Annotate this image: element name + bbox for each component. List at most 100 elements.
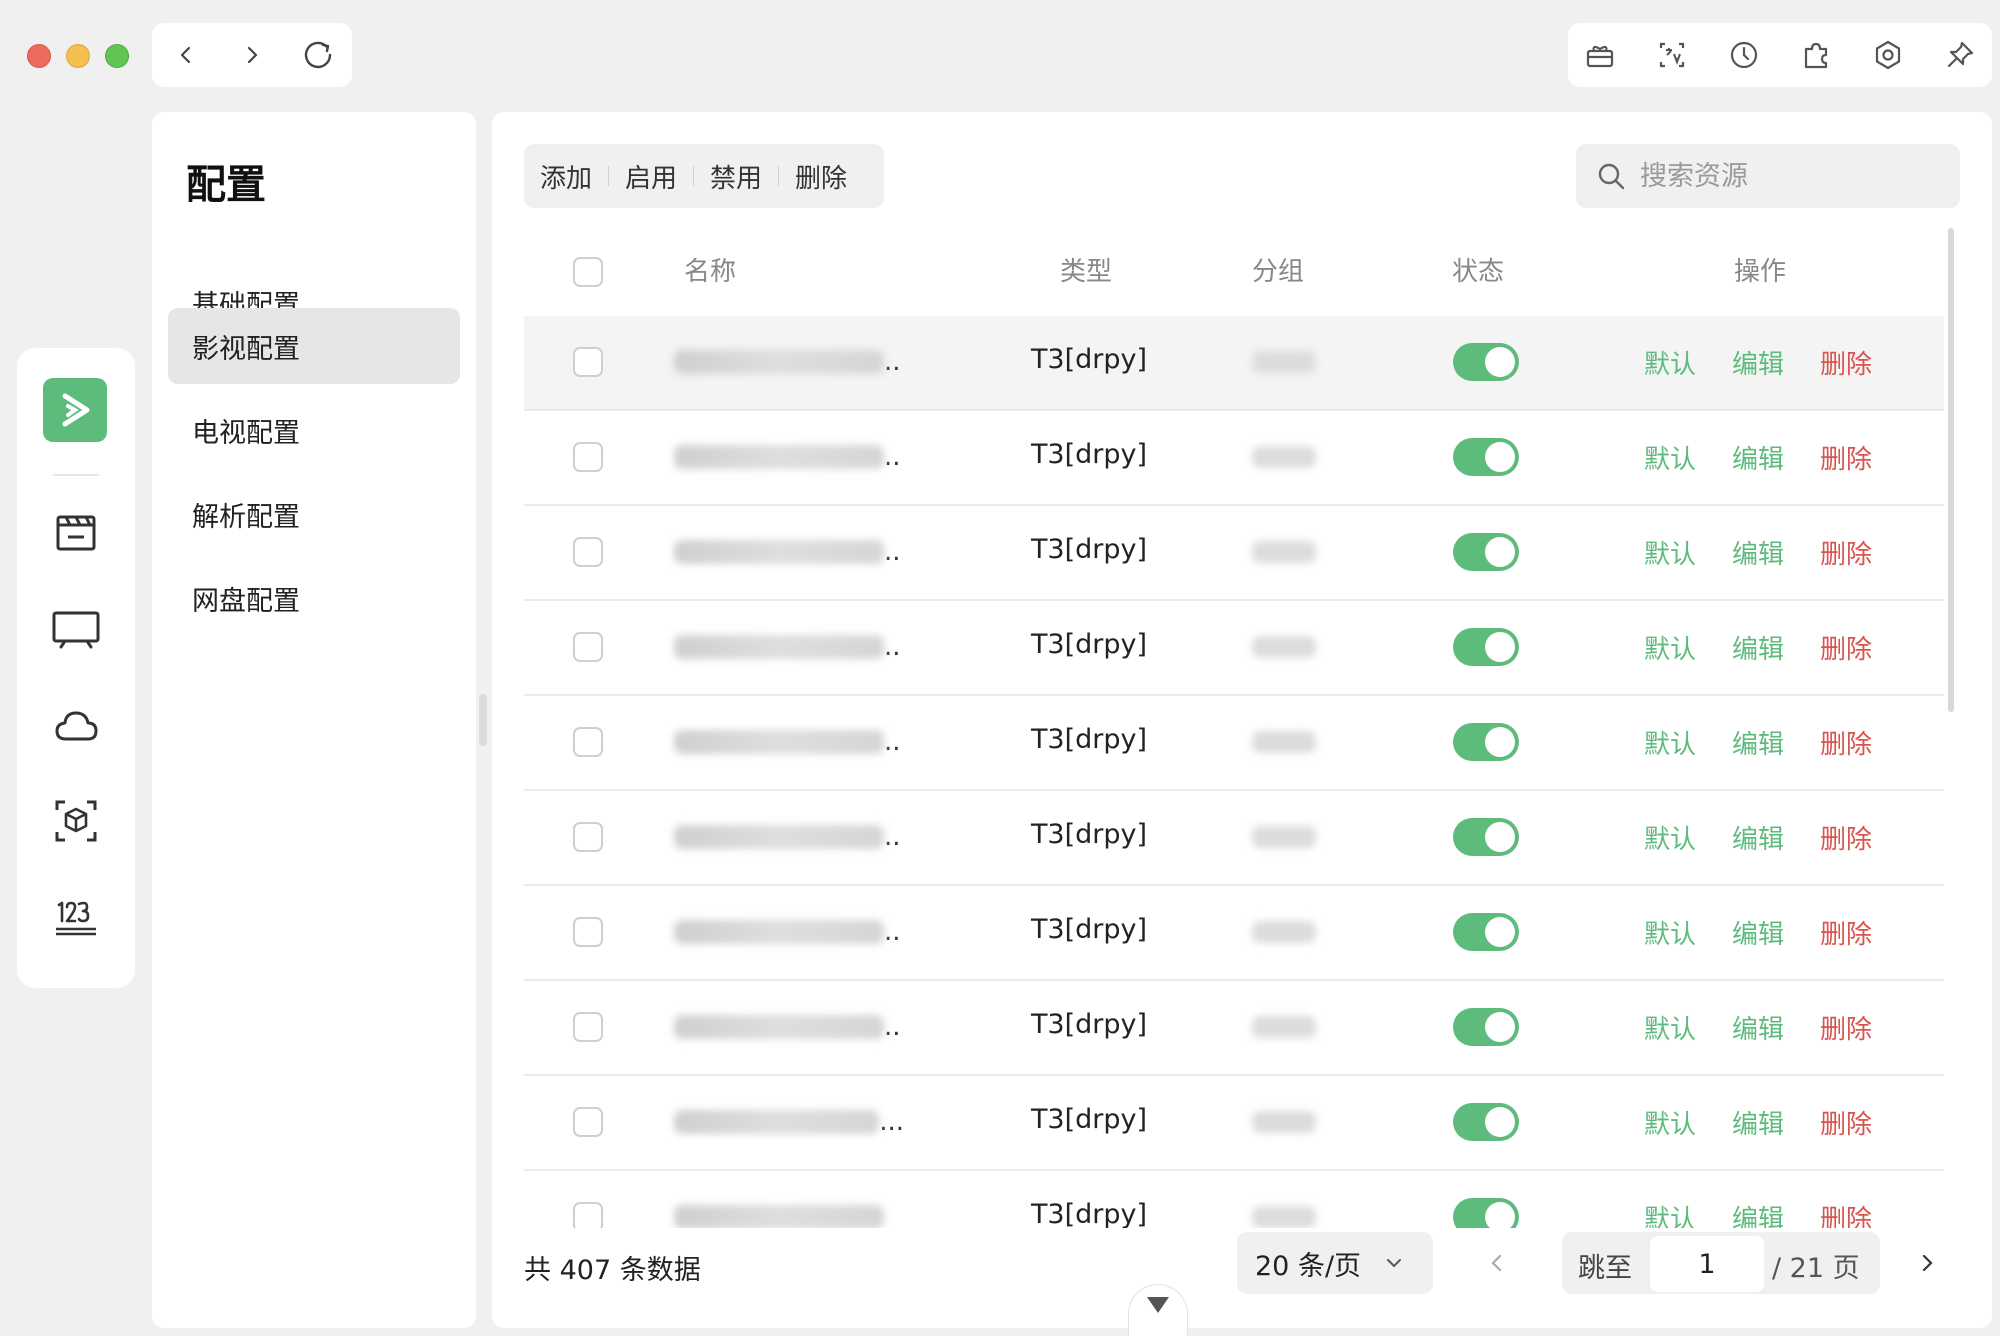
row-checkbox[interactable]: [573, 727, 603, 757]
edit-link[interactable]: 编辑: [1732, 1199, 1784, 1228]
edit-link[interactable]: 编辑: [1732, 534, 1784, 571]
row-type: T3[drpy]: [1030, 439, 1148, 470]
set-default-link[interactable]: 默认: [1644, 1104, 1696, 1141]
set-default-link[interactable]: 默认: [1644, 914, 1696, 951]
enable-button[interactable]: 启用: [609, 158, 693, 195]
set-default-link[interactable]: 默认: [1644, 439, 1696, 476]
delete-button[interactable]: 删除: [779, 158, 863, 195]
status-toggle[interactable]: [1453, 723, 1519, 761]
rail-cube-button[interactable]: [51, 796, 101, 846]
delete-link[interactable]: 删除: [1820, 724, 1872, 761]
set-default-link[interactable]: 默认: [1644, 724, 1696, 761]
search-input[interactable]: [1638, 159, 1942, 193]
row-checkbox[interactable]: [573, 917, 603, 947]
gift-button[interactable]: [1582, 37, 1618, 73]
status-toggle[interactable]: [1453, 628, 1519, 666]
status-toggle[interactable]: [1453, 1008, 1519, 1046]
table-row[interactable]: ... T3[drpy] 默认 编辑 删除: [524, 1076, 1944, 1171]
set-default-link[interactable]: 默认: [1644, 1009, 1696, 1046]
delete-link[interactable]: 删除: [1820, 1199, 1872, 1228]
set-default-link[interactable]: 默认: [1644, 629, 1696, 666]
status-toggle[interactable]: [1453, 1198, 1519, 1228]
bottom-handle[interactable]: [1128, 1284, 1188, 1336]
app-logo[interactable]: [43, 378, 107, 442]
numbers-icon: [56, 901, 96, 936]
table-row[interactable]: .. T3[drpy] 默认 编辑 删除: [524, 411, 1944, 506]
edit-link[interactable]: 编辑: [1732, 1104, 1784, 1141]
delete-link[interactable]: 删除: [1820, 439, 1872, 476]
table-row[interactable]: .. T3[drpy] 默认 编辑 删除: [524, 601, 1944, 696]
forward-button[interactable]: [232, 35, 272, 75]
table-row[interactable]: .. T3[drpy] 默认 编辑 删除: [524, 886, 1944, 981]
table-row[interactable]: .. T3[drpy] 默认 编辑 删除: [524, 791, 1944, 886]
table-row[interactable]: T3[drpy] 默认 编辑 删除: [524, 1171, 1944, 1228]
plugin-button[interactable]: [1798, 37, 1834, 73]
page-size-select[interactable]: 20 条/页: [1237, 1232, 1433, 1294]
page-number-input[interactable]: [1650, 1236, 1764, 1292]
redacted-name: [674, 1110, 880, 1134]
status-toggle[interactable]: [1453, 818, 1519, 856]
status-toggle[interactable]: [1453, 1103, 1519, 1141]
row-checkbox[interactable]: [573, 1202, 603, 1228]
resize-handle[interactable]: [479, 694, 487, 746]
table-row[interactable]: .. T3[drpy] 默认 编辑 删除: [524, 981, 1944, 1076]
edit-link[interactable]: 编辑: [1732, 439, 1784, 476]
status-toggle[interactable]: [1453, 533, 1519, 571]
delete-link[interactable]: 删除: [1820, 914, 1872, 951]
menu-item-film[interactable]: 影视配置: [168, 308, 460, 384]
disable-button[interactable]: 禁用: [694, 158, 778, 195]
delete-link[interactable]: 删除: [1820, 1009, 1872, 1046]
edit-link[interactable]: 编辑: [1732, 724, 1784, 761]
row-checkbox[interactable]: [573, 1012, 603, 1042]
menu-item-parse[interactable]: 解析配置: [168, 476, 460, 552]
row-checkbox[interactable]: [573, 537, 603, 567]
add-button[interactable]: 添加: [524, 158, 608, 195]
pin-button[interactable]: [1942, 37, 1978, 73]
menu-item-tv[interactable]: 电视配置: [168, 392, 460, 468]
menu-item-netdisk[interactable]: 网盘配置: [168, 560, 460, 636]
row-checkbox[interactable]: [573, 347, 603, 377]
plugin-icon: [1804, 42, 1828, 69]
back-button[interactable]: [166, 35, 206, 75]
row-checkbox[interactable]: [573, 442, 603, 472]
edit-link[interactable]: 编辑: [1732, 344, 1784, 381]
table-row[interactable]: .. T3[drpy] 默认 编辑 删除: [524, 696, 1944, 791]
status-toggle[interactable]: [1453, 438, 1519, 476]
edit-link[interactable]: 编辑: [1732, 914, 1784, 951]
table-row[interactable]: .. T3[drpy] 默认 编辑 删除: [524, 506, 1944, 601]
select-all-checkbox[interactable]: [573, 257, 603, 287]
reload-button[interactable]: [298, 35, 338, 75]
set-default-link[interactable]: 默认: [1644, 819, 1696, 856]
set-default-link[interactable]: 默认: [1644, 534, 1696, 571]
edit-link[interactable]: 编辑: [1732, 629, 1784, 666]
rail-cloud-button[interactable]: [51, 700, 101, 750]
row-checkbox[interactable]: [573, 1107, 603, 1137]
edit-link[interactable]: 编辑: [1732, 819, 1784, 856]
edit-link[interactable]: 编辑: [1732, 1009, 1784, 1046]
rail-tv-button[interactable]: [51, 604, 101, 654]
set-default-link[interactable]: 默认: [1644, 344, 1696, 381]
search-box[interactable]: [1576, 144, 1960, 208]
window-minimize-button[interactable]: [66, 44, 90, 68]
history-button[interactable]: [1726, 37, 1762, 73]
delete-link[interactable]: 删除: [1820, 534, 1872, 571]
window-close-button[interactable]: [27, 44, 51, 68]
set-default-link[interactable]: 默认: [1644, 1199, 1696, 1228]
delete-link[interactable]: 删除: [1820, 629, 1872, 666]
settings-button[interactable]: [1870, 37, 1906, 73]
prev-page-button[interactable]: [1482, 1248, 1512, 1278]
status-toggle[interactable]: [1453, 913, 1519, 951]
status-toggle[interactable]: [1453, 343, 1519, 381]
next-page-button[interactable]: [1912, 1248, 1942, 1278]
table-row[interactable]: .. T3[drpy] 默认 编辑 删除: [524, 316, 1944, 411]
translate-button[interactable]: [1654, 37, 1690, 73]
rail-film-button[interactable]: [51, 508, 101, 558]
rail-numbers-button[interactable]: [51, 892, 101, 942]
row-checkbox[interactable]: [573, 632, 603, 662]
delete-link[interactable]: 删除: [1820, 344, 1872, 381]
delete-link[interactable]: 删除: [1820, 819, 1872, 856]
row-checkbox[interactable]: [573, 822, 603, 852]
table-scrollbar[interactable]: [1948, 228, 1954, 712]
delete-link[interactable]: 删除: [1820, 1104, 1872, 1141]
window-maximize-button[interactable]: [105, 44, 129, 68]
